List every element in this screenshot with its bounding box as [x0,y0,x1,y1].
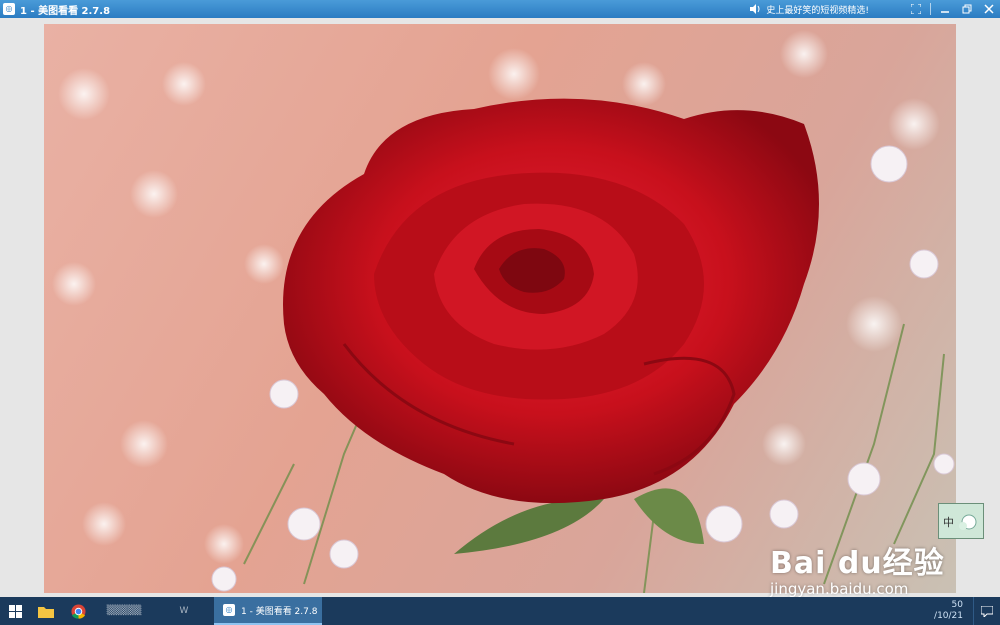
taskbar: ▒▒▒▒▒ W ◎ 1 - 美图看看 2.7.8 50 /10/21 [0,597,1000,625]
baidu-watermark: Bai du经验 jingyan.baidu.com [770,538,945,598]
rose [283,98,819,504]
taskbar-active-label: 1 - 美图看看 2.7.8 [241,606,318,617]
taskbar-word-label: W [179,606,189,616]
app-icon: ◎ [3,3,15,15]
notification-icon [981,605,993,617]
promo-link[interactable]: 史上最好笑的短视频精选! [766,3,869,16]
watermark-logo: Bai du经验 [770,546,945,581]
notification-center-button[interactable] [973,597,1000,625]
taskbar-blurred-app[interactable]: ▒▒▒▒▒ [94,597,154,625]
speaker-icon[interactable] [748,2,762,16]
tray-date: /10/21 [934,611,963,621]
taskbar-file-explorer[interactable] [30,597,62,625]
title-separator [930,3,931,15]
folder-icon [38,606,54,618]
title-bar-controls: 史上最好笑的短视频精选! [744,0,1000,18]
taskbar-word[interactable]: W [154,597,214,625]
window-title: 1 - 美图看看 2.7.8 [20,5,111,17]
meitu-app-icon: ◎ [223,604,235,616]
windows-icon [8,604,22,618]
image-viewer[interactable]: 中 Bai du经验 jingyan.baidu.com [0,18,1000,598]
chrome-icon [70,603,86,619]
close-icon[interactable] [982,2,996,16]
minimize-icon[interactable] [938,2,952,16]
taskbar-chrome[interactable] [62,597,94,625]
tray-time: 50 [951,600,963,610]
system-tray: 50 /10/21 [934,597,1000,625]
rose-photo[interactable] [44,24,956,593]
restore-icon[interactable] [960,2,974,16]
windows-start-button[interactable] [0,597,30,625]
watermark-url: jingyan.baidu.com [770,580,909,598]
fullscreen-icon[interactable] [909,2,923,16]
thumbnail-navigator[interactable]: 中 [938,503,984,539]
title-bar: ◎ 1 - 美图看看 2.7.8 史上最好笑的短视频精选! [0,0,1000,18]
taskbar-meitu-viewer[interactable]: ◎ 1 - 美图看看 2.7.8 [214,597,322,625]
tray-clock[interactable]: 50 /10/21 [934,600,963,622]
